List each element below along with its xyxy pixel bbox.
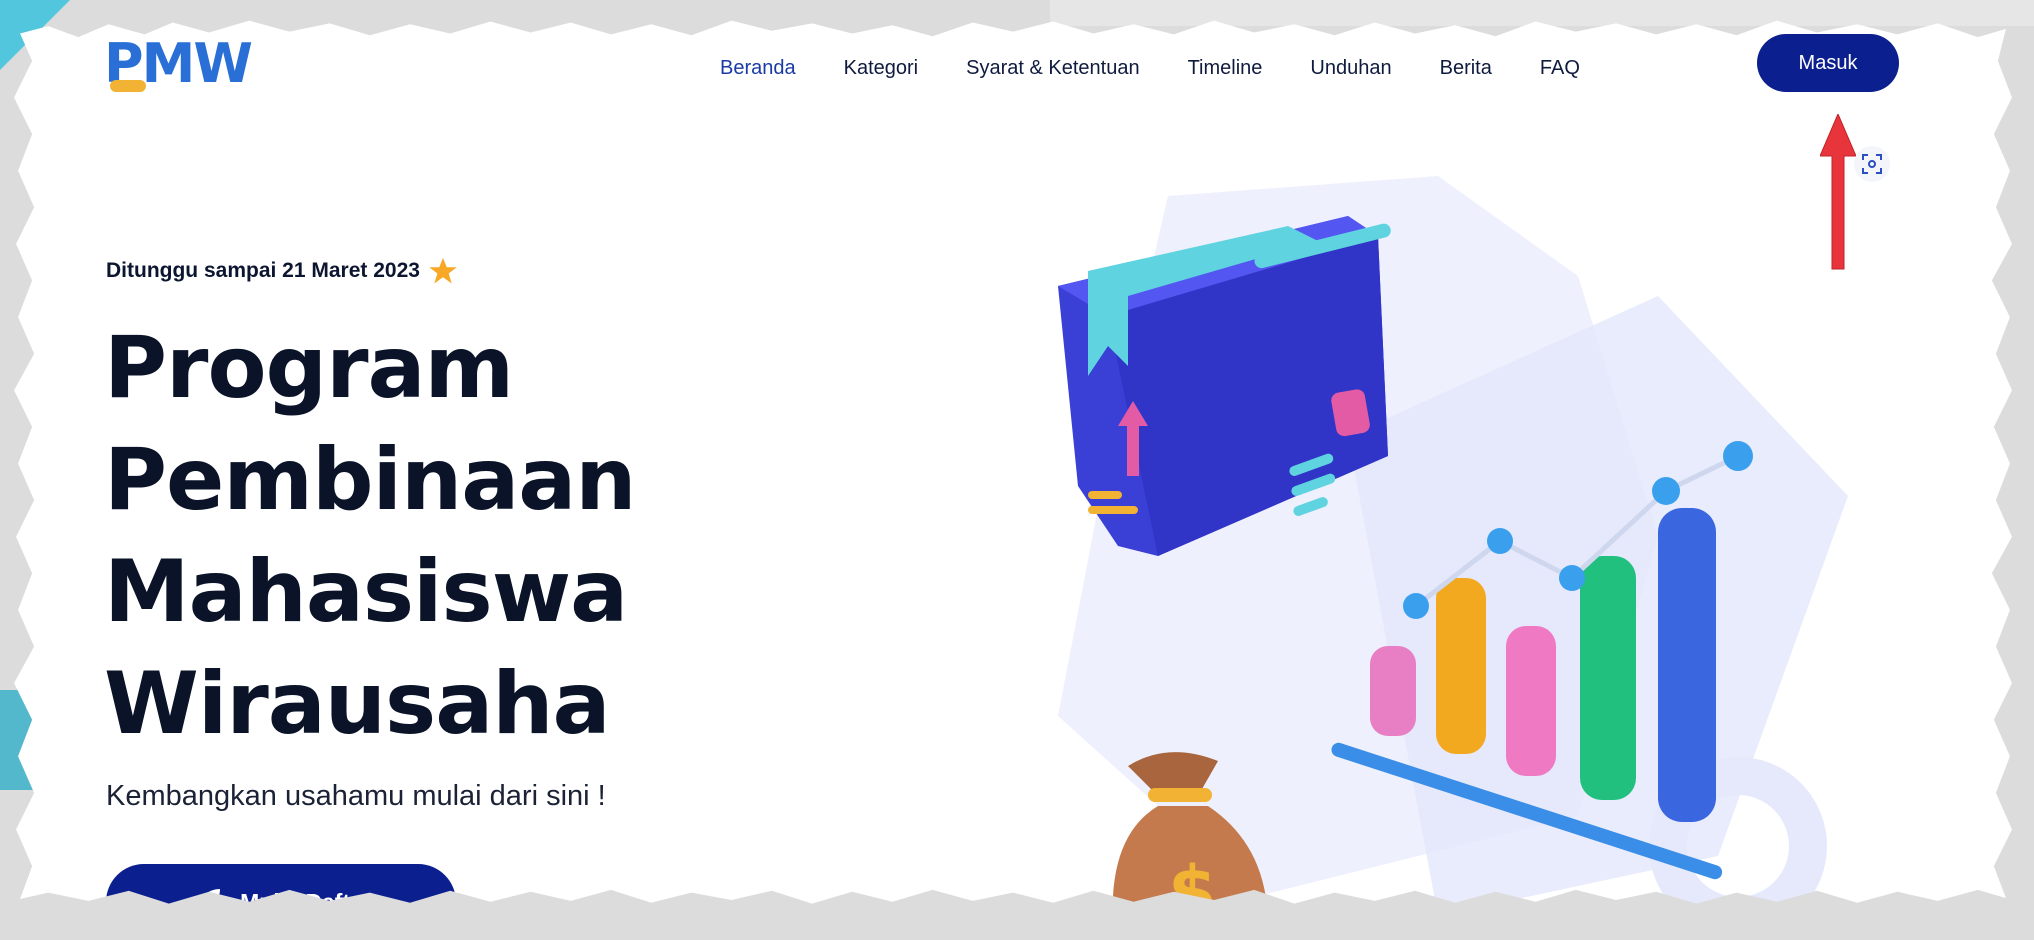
- hero-subtitle: Kembangkan usahamu mulai dari sini !: [106, 780, 606, 812]
- nav-item-berita[interactable]: Berita: [1440, 57, 1492, 80]
- rocket-icon: [193, 889, 221, 904]
- hero-title-line: Pembinaan: [104, 430, 637, 530]
- nav-item-syarat-ketentuan[interactable]: Syarat & Ketentuan: [966, 57, 1139, 80]
- hero-title: Program Pembinaan Mahasiswa Wirausaha: [104, 312, 744, 760]
- main-nav: Beranda Kategori Syarat & Ketentuan Time…: [720, 40, 1628, 96]
- logo-accent: [110, 80, 146, 92]
- hero-tagline: Ditunggu sampai 21 Maret 2023: [106, 256, 458, 286]
- hero-title-line: Program: [104, 318, 514, 418]
- nav-item-beranda[interactable]: Beranda: [720, 57, 796, 80]
- nav-item-faq[interactable]: FAQ: [1540, 57, 1580, 80]
- hero-title-line: Wirausaha: [104, 654, 611, 754]
- screenshot-paper: PMW Beranda Kategori Syarat & Ketentuan …: [14, 20, 2012, 915]
- star-icon: [429, 257, 457, 284]
- tagline-text: Ditunggu sampai 21 Maret 2023: [106, 259, 420, 282]
- nav-item-timeline[interactable]: Timeline: [1188, 57, 1263, 80]
- nav-item-unduhan[interactable]: Unduhan: [1310, 57, 1391, 80]
- nav-item-kategori[interactable]: Kategori: [844, 57, 919, 80]
- login-button[interactable]: Masuk: [1757, 34, 1899, 92]
- register-button-label: Mulai Daftar: [240, 888, 372, 915]
- svg-text:$: $: [1168, 851, 1217, 926]
- background-strip: [1050, 0, 2034, 26]
- site-logo[interactable]: PMW: [104, 28, 284, 98]
- hero-illustration: $: [1058, 176, 1848, 926]
- hero-title-line: Mahasiswa: [104, 542, 628, 642]
